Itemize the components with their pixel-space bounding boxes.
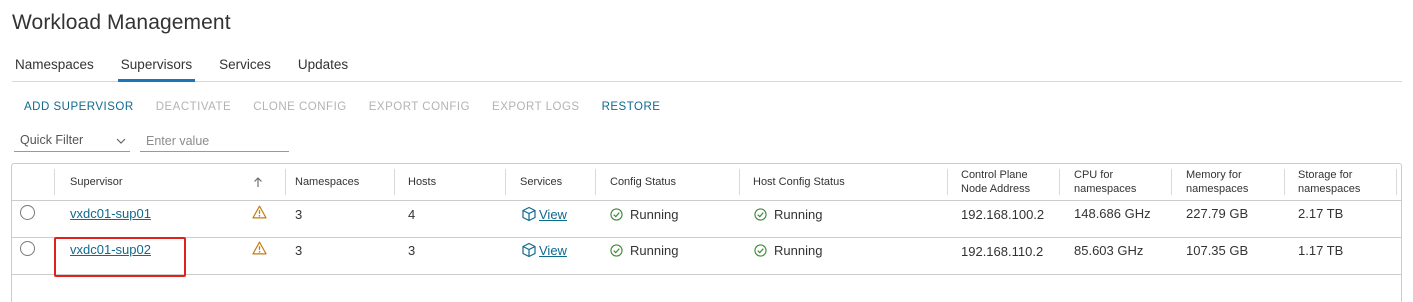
table-row[interactable]: vxdc01-sup01 3 4 View Running Running 19… [12,201,1401,238]
tab-namespaces[interactable]: Namespaces [12,52,97,82]
host-config-status-cell: Running [754,202,822,226]
check-circle-icon [610,243,623,257]
control-plane-address-cell: 192.168.110.2 [961,243,1044,259]
column-header-storage-for-namespaces[interactable]: Storage for namespaces [1288,164,1396,200]
check-circle-icon [754,207,767,221]
storage-cell: 2.17 TB [1298,205,1344,221]
config-status-cell: Running [610,238,678,262]
sort-ascending-icon[interactable] [253,176,263,188]
column-label-line-2: namespaces [1186,183,1249,195]
hosts-cell: 4 [408,206,416,222]
column-label: Memory for namespaces [1186,168,1248,196]
tab-updates[interactable]: Updates [295,52,351,82]
column-header-control-plane-node-address[interactable]: Control Plane Node Address [951,164,1059,200]
table-row[interactable]: vxdc01-sup02 3 3 View Running Running 19… [12,238,1401,275]
column-separator [1059,169,1060,195]
host-config-status-text: Running [774,242,823,258]
column-separator [1396,169,1397,195]
column-label-line-2: namespaces [1298,183,1361,195]
column-separator [1171,169,1172,195]
export-config-button[interactable]: EXPORT CONFIG [369,101,470,113]
column-label-line-1: Memory for [1186,169,1242,181]
column-separator [505,169,506,195]
supervisor-cell: vxdc01-sup02 [70,238,151,260]
table-header: Supervisor Namespaces Hosts Services Con… [12,164,1401,201]
row-select-radio[interactable] [20,241,35,256]
supervisor-link[interactable]: vxdc01-sup01 [70,206,151,221]
services-cell: View [521,202,567,226]
namespaces-cell: 3 [295,242,303,258]
column-label: Hosts [408,176,437,188]
column-header-namespaces[interactable]: Namespaces [285,164,395,200]
supervisors-table: Supervisor Namespaces Hosts Services Con… [11,163,1402,302]
column-label: Control Plane Node Address [961,168,1030,196]
cube-icon [522,242,536,258]
hosts-cell: 3 [408,242,416,258]
clone-config-button[interactable]: CLONE CONFIG [253,101,347,113]
column-label-line-2: Node Address [961,183,1031,195]
column-label-line-2: namespaces [1074,183,1137,195]
cpu-cell: 85.603 GHz [1074,242,1144,258]
column-separator [739,169,740,195]
column-separator [394,169,395,195]
services-view-link[interactable]: View [539,243,567,258]
column-separator [1284,169,1285,195]
control-plane-address-cell: 192.168.100.2 [961,206,1045,222]
config-status-text: Running [630,206,679,222]
column-label: CPU for namespaces [1074,168,1136,196]
quick-filter-select[interactable]: Quick Filter [14,131,130,152]
column-label: Host Config Status [753,176,845,188]
services-cell: View [521,238,567,262]
memory-cell: 107.35 GB [1186,242,1249,258]
column-separator [595,169,596,195]
column-header-supervisor[interactable]: Supervisor [60,164,240,200]
column-header-services[interactable]: Services [510,164,595,200]
tab-services[interactable]: Services [216,52,274,82]
column-label-line-1: Storage for [1298,169,1353,181]
supervisor-cell: vxdc01-sup01 [70,201,151,225]
column-label-line-1: Control Plane [961,169,1028,181]
storage-cell: 1.17 TB [1298,242,1344,258]
quick-filter-label: Quick Filter [20,133,84,147]
column-header-hosts[interactable]: Hosts [398,164,498,200]
check-circle-icon [754,243,767,257]
restore-button[interactable]: RESTORE [602,101,661,113]
column-header-host-config-status[interactable]: Host Config Status [743,164,943,200]
supervisor-link[interactable]: vxdc01-sup02 [70,242,151,257]
services-view-link[interactable]: View [539,207,567,222]
page-title: Workload Management [12,11,231,34]
filter-bar: Quick Filter [14,131,289,152]
chevron-down-icon [116,138,126,144]
column-label: Services [520,176,563,188]
memory-cell: 227.79 GB [1186,205,1249,221]
column-label: Storage for namespaces [1298,168,1360,196]
tab-bar: Namespaces Supervisors Services Updates [12,52,1402,82]
deactivate-button[interactable]: DEACTIVATE [156,101,232,113]
warning-icon[interactable] [252,205,267,219]
filter-value-input[interactable] [140,131,289,152]
cube-icon [522,206,536,222]
column-label: Namespaces [295,176,360,188]
column-label: Config Status [610,176,677,188]
config-status-text: Running [630,242,679,258]
column-label-line-1: CPU for [1074,169,1114,181]
add-supervisor-button[interactable]: ADD SUPERVISOR [24,101,134,113]
cpu-cell: 148.686 GHz [1074,205,1151,221]
row-select-radio[interactable] [20,205,35,220]
namespaces-cell: 3 [295,206,303,222]
host-config-status-cell: Running [754,238,822,262]
column-label: Supervisor [70,176,123,188]
column-header-config-status[interactable]: Config Status [600,164,740,200]
tab-supervisors[interactable]: Supervisors [117,52,196,82]
export-logs-button[interactable]: EXPORT LOGS [492,101,580,113]
check-circle-icon [610,207,623,221]
warning-icon[interactable] [252,241,267,255]
host-config-status-text: Running [774,206,823,222]
action-toolbar: ADD SUPERVISOR DEACTIVATE CLONE CONFIG E… [24,101,682,113]
column-separator [54,169,55,195]
column-separator [947,169,948,195]
column-header-cpu-for-namespaces[interactable]: CPU for namespaces [1064,164,1172,200]
config-status-cell: Running [610,202,678,226]
column-header-memory-for-namespaces[interactable]: Memory for namespaces [1176,164,1284,200]
